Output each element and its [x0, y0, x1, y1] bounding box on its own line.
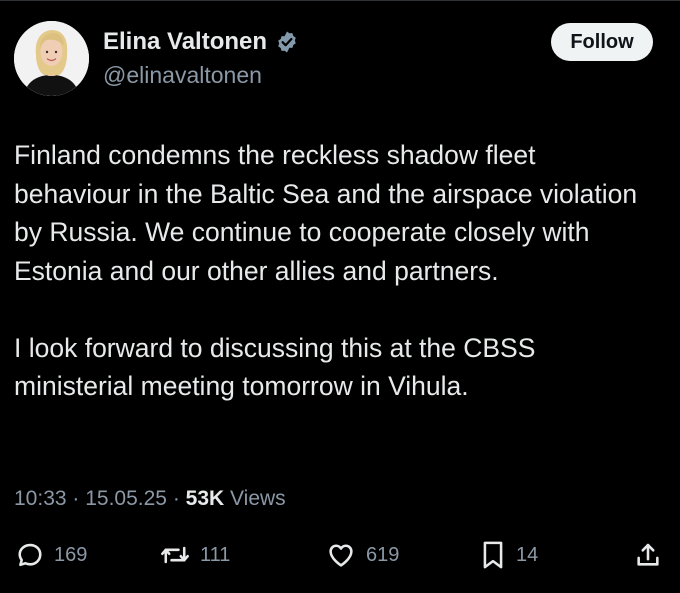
- meta-separator: ·: [66, 487, 86, 510]
- tweet-paragraph-1: Finland condemns the reckless shadow fle…: [14, 140, 638, 286]
- bookmark-button[interactable]: 14: [480, 535, 538, 575]
- avatar-photo-icon: [14, 21, 89, 96]
- verified-badge-icon: [275, 30, 299, 54]
- repost-count: 111: [200, 543, 231, 566]
- tweet-metadata: 10:33 · 15.05.25 · 53K Views: [14, 485, 286, 513]
- share-icon: [634, 541, 662, 569]
- reply-button[interactable]: 169: [16, 535, 87, 575]
- tweet: Elina Valtonen @elinavaltonen Follow Fin…: [0, 0, 680, 593]
- display-name[interactable]: Elina Valtonen: [103, 28, 267, 56]
- views-count: 53K: [185, 487, 225, 510]
- bookmark-count: 14: [516, 543, 539, 566]
- avatar[interactable]: [14, 21, 89, 96]
- reply-count: 169: [54, 543, 88, 566]
- follow-button[interactable]: Follow: [551, 23, 653, 61]
- meta-separator: ·: [166, 487, 186, 510]
- tweet-text: Finland condemns the reckless shadow fle…: [14, 136, 654, 406]
- tweet-paragraph-2: I look forward to discussing this at the…: [14, 332, 536, 402]
- action-bar: 169 111 619 14: [0, 535, 680, 575]
- tweet-date[interactable]: 15.05.25: [85, 485, 167, 513]
- bookmark-icon: [480, 540, 506, 570]
- display-name-row: Elina Valtonen: [103, 28, 299, 56]
- repost-icon: [160, 541, 190, 569]
- heart-icon: [326, 541, 356, 569]
- views-label: Views: [224, 487, 286, 510]
- share-button[interactable]: [634, 535, 662, 575]
- reply-icon: [16, 541, 44, 569]
- like-count: 619: [366, 543, 400, 566]
- author-handle[interactable]: @elinavaltonen: [103, 61, 262, 89]
- like-button[interactable]: 619: [326, 535, 399, 575]
- tweet-time[interactable]: 10:33: [14, 485, 67, 513]
- repost-button[interactable]: 111: [160, 535, 230, 575]
